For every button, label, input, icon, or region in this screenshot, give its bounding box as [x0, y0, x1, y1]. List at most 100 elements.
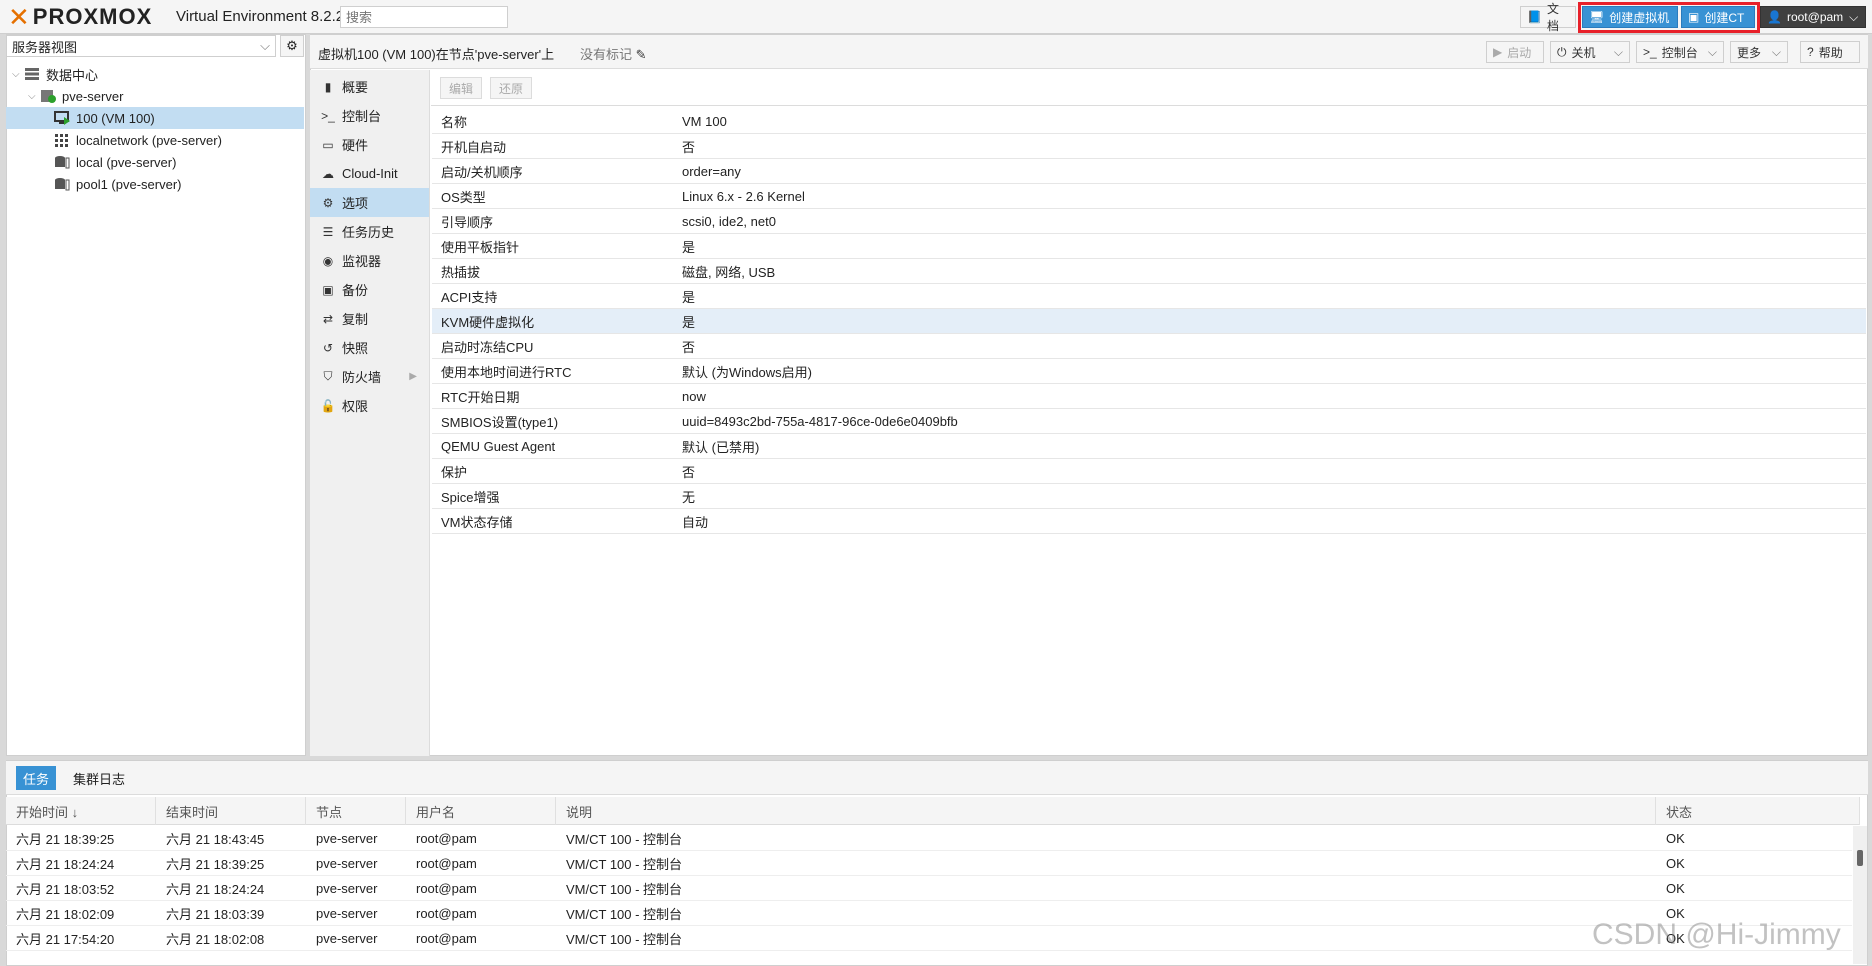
list-icon: ☰: [322, 224, 334, 239]
task-table-header: 开始时间 ↓ 结束时间 节点 用户名 说明 状态: [6, 797, 1860, 825]
proxmox-logo[interactable]: ✕ PROXMOX: [8, 2, 153, 32]
revert-button[interactable]: 还原: [490, 77, 533, 99]
tree-node-vm-100[interactable]: 100 (VM 100): [6, 107, 304, 129]
option-row[interactable]: OS类型 Linux 6.x - 2.6 Kernel: [432, 184, 1866, 209]
scrollbar-thumb[interactable]: [1857, 850, 1863, 866]
nav-replication[interactable]: ⇄ 复制: [310, 304, 429, 333]
option-row[interactable]: Spice增强无: [432, 484, 1866, 509]
chevron-down-icon: ⌵: [1771, 44, 1781, 59]
chevron-right-icon: ▶: [409, 371, 417, 382]
nav-backup[interactable]: ▣ 备份: [310, 275, 429, 304]
docs-button[interactable]: 📘 文档: [1520, 2, 1576, 33]
nav-console[interactable]: >_ 控制台: [310, 101, 429, 130]
expand-icon: ⌵: [28, 90, 36, 102]
version-label: Virtual Environment 8.2.2: [176, 8, 345, 25]
option-row[interactable]: 名称 VM 100: [432, 109, 1866, 134]
user-menu-button[interactable]: 👤 root@pam ⌵: [1760, 6, 1866, 28]
console-button[interactable]: >_ 控制台 ⌵: [1636, 41, 1724, 63]
tree-settings-button[interactable]: ⚙: [280, 35, 304, 57]
tree-node-datacenter[interactable]: ⌵ 数据中心: [6, 63, 304, 85]
option-row[interactable]: 启动时冻结CPU 否: [432, 334, 1866, 359]
table-row[interactable]: 六月 21 18:39:25 六月 21 18:43:45 pve-server…: [6, 826, 1852, 851]
table-row[interactable]: 六月 21 18:02:09 六月 21 18:03:39 pve-server…: [6, 901, 1852, 926]
highlight-box: [1578, 2, 1760, 33]
table-row[interactable]: 六月 21 18:03:52 六月 21 18:24:24 pve-server…: [6, 876, 1852, 901]
nav-hardware[interactable]: ▭ 硬件: [310, 130, 429, 159]
option-row[interactable]: KVM硬件虚拟化是: [432, 309, 1866, 334]
logo-x-icon: ✕: [8, 1, 31, 32]
vm-running-icon: [54, 111, 70, 125]
option-row[interactable]: VM状态存储 自动: [432, 509, 1866, 534]
retweet-icon: ⇄: [322, 311, 334, 326]
tree-node-pve-server[interactable]: ⌵ pve-server: [6, 85, 304, 107]
more-button[interactable]: 更多 ⌵: [1730, 41, 1788, 63]
shield-icon: ⛉: [323, 369, 333, 383]
book-icon: ▮: [324, 79, 332, 94]
tags-edit[interactable]: 没有标记 ✎: [580, 44, 647, 63]
terminal-icon: >_: [321, 108, 335, 123]
tree-node-localnetwork[interactable]: localnetwork (pve-server): [6, 129, 304, 151]
nav-snapshots[interactable]: ↺ 快照: [310, 333, 429, 362]
chevron-down-icon: ⌵: [1707, 44, 1717, 59]
column-header-node[interactable]: 节点: [306, 797, 406, 825]
start-button[interactable]: ▶ 启动: [1486, 41, 1544, 63]
option-row[interactable]: 热插拔 磁盘, 网络, USB: [432, 259, 1866, 284]
option-row[interactable]: 使用本地时间进行RTC 默认 (为Windows启用): [432, 359, 1866, 384]
floppy-icon: ▣: [322, 282, 334, 297]
storage-icon: [54, 155, 70, 169]
search-input[interactable]: [340, 6, 508, 28]
chevron-down-icon: ⌵: [260, 38, 270, 53]
nav-options[interactable]: ⚙ 选项: [310, 188, 429, 217]
tab-cluster-log[interactable]: 集群日志: [66, 766, 132, 790]
column-header-user[interactable]: 用户名: [406, 797, 556, 825]
column-header-description[interactable]: 说明: [556, 797, 1656, 825]
tree-node-local-storage[interactable]: local (pve-server): [6, 151, 304, 173]
option-row[interactable]: ACPI支持是: [432, 284, 1866, 309]
edit-button[interactable]: 编辑: [440, 77, 483, 99]
nav-task-history[interactable]: ☰ 任务历史: [310, 217, 429, 246]
task-log-scrollbar[interactable]: [1853, 826, 1867, 964]
tab-tasks[interactable]: 任务: [16, 766, 57, 790]
unlock-icon: 🔓: [320, 398, 336, 413]
column-header-status[interactable]: 状态: [1656, 797, 1860, 825]
option-row[interactable]: 保护否: [432, 459, 1866, 484]
task-log-tabs: [6, 761, 1868, 795]
table-row[interactable]: 六月 21 18:24:24 六月 21 18:39:25 pve-server…: [6, 851, 1852, 876]
option-row[interactable]: 引导顺序 scsi0, ide2, net0: [432, 209, 1866, 234]
user-icon: 👤: [1767, 10, 1782, 24]
book-icon: 📘: [1527, 10, 1542, 24]
power-icon: ⏻: [1557, 44, 1567, 59]
view-select[interactable]: 服务器视图 ⌵: [6, 35, 276, 57]
logo-text: PROXMOX: [32, 4, 153, 29]
datacenter-icon: [24, 67, 40, 81]
network-grid-icon: [54, 133, 70, 147]
option-row[interactable]: SMBIOS设置(type1) uuid=8493c2bd-755a-4817-9…: [432, 409, 1866, 434]
nav-firewall[interactable]: ⛉ 防火墙 ▶: [310, 362, 429, 391]
history-icon: ↺: [322, 340, 334, 355]
option-row[interactable]: 使用平板指针是: [432, 234, 1866, 259]
vm-title: 虚拟机100 (VM 100)在节点'pve-server'上: [318, 47, 555, 62]
option-row[interactable]: 开机自启动否: [432, 134, 1866, 159]
nav-summary[interactable]: ▮ 概要: [310, 72, 429, 101]
resource-tree: ⌵ 数据中心 ⌵ pve-server 100 (VM 100) localne…: [6, 63, 304, 195]
terminal-icon: >_: [1643, 45, 1657, 59]
option-row[interactable]: QEMU Guest Agent 默认 (已禁用): [432, 434, 1866, 459]
tree-node-pool1-storage[interactable]: pool1 (pve-server): [6, 173, 304, 195]
cloud-icon: ☁: [322, 166, 334, 181]
chevron-down-icon: ⌵: [1849, 9, 1859, 24]
storage-icon: [54, 177, 70, 191]
monitor-icon: ▭: [322, 137, 334, 152]
option-row[interactable]: 启动/关机顺序 order=any: [432, 159, 1866, 184]
table-row[interactable]: 六月 21 17:54:20 六月 21 18:02:08 pve-server…: [6, 926, 1852, 951]
watermark: CSDN @Hi-Jimmy: [1592, 918, 1841, 951]
play-icon: ▶: [1493, 45, 1503, 59]
nav-permissions[interactable]: 🔓 权限: [310, 391, 429, 420]
option-row[interactable]: RTC开始日期 now: [432, 384, 1866, 409]
shutdown-button[interactable]: ⏻ 关机 ⌵: [1550, 41, 1630, 63]
gear-icon: ⚙: [286, 38, 298, 53]
column-header-start-time[interactable]: 开始时间 ↓: [6, 797, 156, 825]
help-button[interactable]: ? 帮助: [1800, 41, 1860, 63]
nav-monitor[interactable]: ◉ 监视器: [310, 246, 429, 275]
column-header-end-time[interactable]: 结束时间: [156, 797, 306, 825]
nav-cloud-init[interactable]: ☁ Cloud-Init: [310, 159, 429, 188]
